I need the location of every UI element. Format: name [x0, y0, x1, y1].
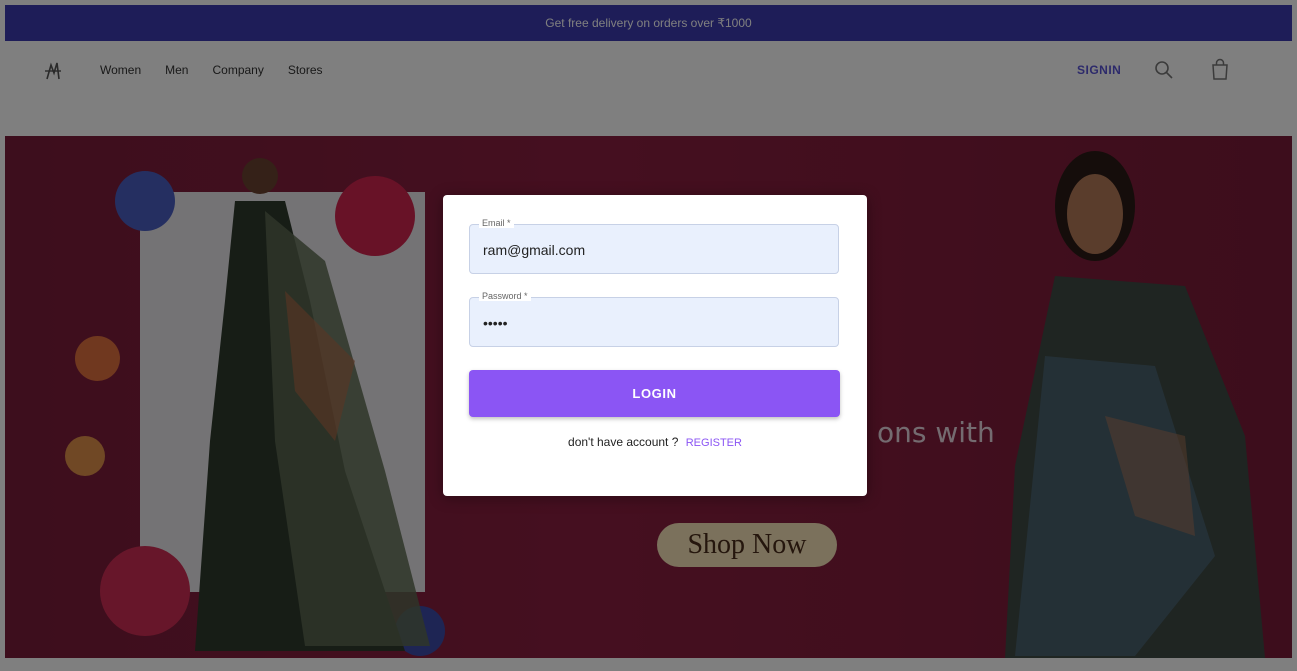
password-value: •••••	[483, 315, 508, 331]
email-field[interactable]: Email * ram@gmail.com	[469, 218, 839, 274]
email-label: Email *	[479, 218, 514, 228]
register-line: don't have account ? REGISTER	[443, 435, 867, 449]
register-prompt: don't have account ?	[568, 435, 679, 449]
password-label: Password *	[479, 291, 531, 301]
login-modal: Email * ram@gmail.com Password * ••••• L…	[443, 195, 867, 496]
register-link[interactable]: REGISTER	[686, 437, 742, 449]
login-button[interactable]: LOGIN	[469, 370, 840, 417]
email-value: ram@gmail.com	[483, 242, 586, 258]
page: Get free delivery on orders over ₹1000 W…	[0, 0, 1297, 671]
password-field[interactable]: Password * •••••	[469, 291, 839, 347]
